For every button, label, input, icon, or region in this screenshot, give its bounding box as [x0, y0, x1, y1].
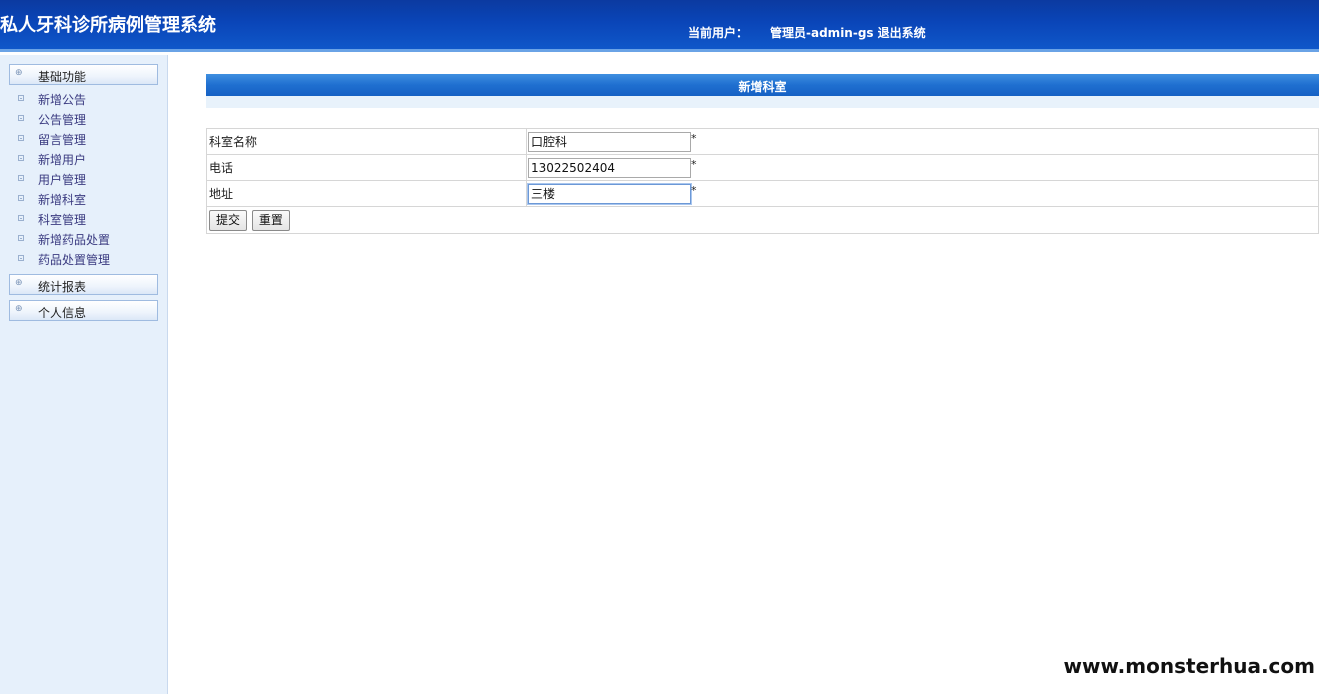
form-row-name: 科室名称 *	[206, 128, 1319, 155]
tree-node-icon	[18, 155, 24, 161]
form-row-actions: 提交 重置	[206, 206, 1319, 234]
menu-group-basic[interactable]: ⊕ 基础功能	[9, 64, 158, 85]
current-user-name: 管理员-admin-gs	[770, 26, 874, 40]
tree-node-icon	[18, 175, 24, 181]
user-info: 当前用户： 管理员-admin-gs 退出系统	[688, 24, 926, 41]
form-row-phone: 电话 *	[206, 154, 1319, 181]
sidebar-item-label: 新增药品处置	[38, 233, 111, 247]
menu-group-label: 统计报表	[38, 280, 87, 294]
department-form: 科室名称 * 电话 * 地址 * 提交 重置	[206, 128, 1319, 234]
sidebar-item-label: 用户管理	[38, 173, 87, 187]
menu-group-label: 基础功能	[38, 70, 87, 84]
expand-icon: ⊕	[15, 304, 23, 314]
field-label-address: 地址	[206, 180, 527, 207]
panel-subbar	[206, 96, 1319, 108]
tree-node-icon	[18, 135, 24, 141]
sidebar-item-label: 新增用户	[38, 153, 87, 167]
menu-group-label: 个人信息	[38, 306, 87, 320]
submit-button[interactable]: 提交	[209, 209, 248, 231]
department-name-input[interactable]	[528, 131, 691, 152]
current-user-label: 当前用户：	[688, 26, 749, 40]
sidebar-item-label: 新增公告	[38, 93, 87, 107]
tree-node-icon	[18, 255, 24, 261]
logout-link[interactable]: 退出系统	[878, 26, 926, 40]
sidebar-item-label: 留言管理	[38, 133, 87, 147]
address-input[interactable]	[527, 182, 692, 205]
field-cell-address: *	[526, 180, 1319, 207]
sidebar-item-label: 科室管理	[38, 213, 87, 227]
sidebar-item-label: 药品处置管理	[38, 253, 111, 267]
app-header: 私人牙科诊所病例管理系统 当前用户： 管理员-admin-gs 退出系统	[0, 0, 1319, 52]
expand-icon: ⊕	[15, 278, 23, 288]
phone-input[interactable]	[528, 157, 691, 178]
tree-node-icon	[18, 95, 24, 101]
form-row-address: 地址 *	[206, 180, 1319, 207]
panel-title-bar: 新增科室	[206, 74, 1319, 96]
expand-icon: ⊕	[15, 68, 23, 78]
app-title: 私人牙科诊所病例管理系统	[0, 15, 216, 36]
required-marker: *	[691, 183, 697, 197]
required-marker: *	[691, 157, 697, 171]
field-label-phone: 电话	[206, 154, 527, 181]
panel-title: 新增科室	[738, 80, 787, 94]
tree-node-icon	[18, 195, 24, 201]
field-cell-name: *	[526, 128, 1319, 155]
tree-node-icon	[18, 215, 24, 221]
menu-group-reports[interactable]: ⊕ 统计报表	[9, 274, 158, 295]
required-marker: *	[691, 131, 697, 145]
sidebar-item-label: 公告管理	[38, 113, 87, 127]
sidebar-item-label: 新增科室	[38, 193, 87, 207]
tree-node-icon	[18, 115, 24, 121]
field-cell-phone: *	[526, 154, 1319, 181]
form-actions: 提交 重置	[206, 206, 1319, 234]
reset-button[interactable]: 重置	[251, 209, 290, 231]
watermark-text: www.monsterhua.com	[1063, 654, 1315, 678]
tree-node-icon	[18, 235, 24, 241]
sidebar: ⊕ 基础功能 新增公告 公告管理 留言管理 新增用户 用户管理 新增科室 科室管…	[0, 55, 168, 694]
field-label-name: 科室名称	[206, 128, 527, 155]
menu-group-profile[interactable]: ⊕ 个人信息	[9, 300, 158, 321]
